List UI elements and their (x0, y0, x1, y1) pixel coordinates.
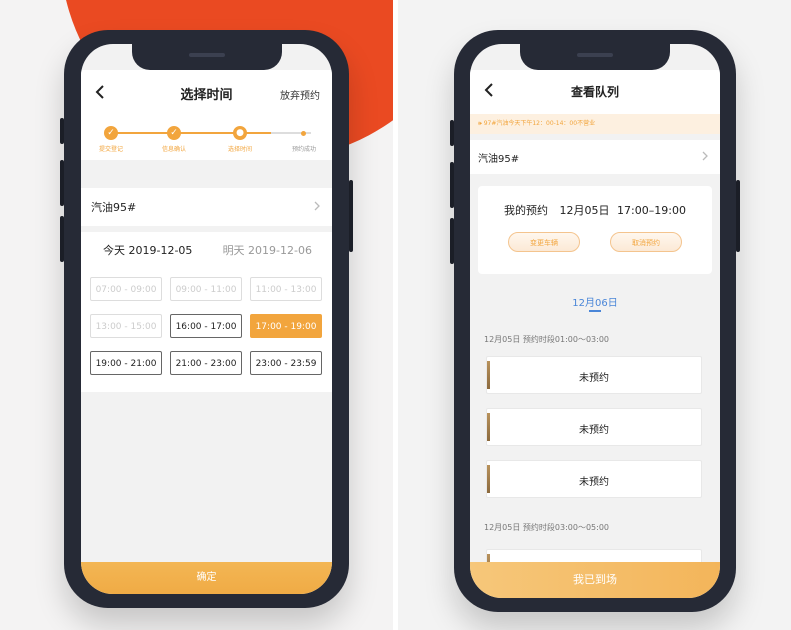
time-slot-grid: 07:00 - 09:00 09:00 - 11:00 11:00 - 13:0… (81, 268, 332, 392)
reservation-card: 我的预约 12月05日 17:00–19:00 变更车辆 取消预约 (478, 186, 712, 274)
time-slot: 09:00 - 11:00 (170, 277, 242, 301)
notch (520, 44, 670, 70)
screen-right: 查看队列 🕪 97#汽油今天下午12：00-14：00不营业 汽油95# 我的预… (470, 44, 720, 598)
chevron-right-icon (702, 151, 708, 161)
step-1-check-icon: ✓ (104, 126, 118, 140)
fuel-label: 汽油95# (91, 201, 137, 214)
reservation-time: 17:00–19:00 (617, 204, 686, 217)
notice-bar: 🕪 97#汽油今天下午12：00-14：00不营业 (470, 114, 720, 134)
time-slot[interactable]: 16:00 - 17:00 (170, 314, 242, 338)
step-label-4: 预约成功 (291, 146, 316, 153)
time-slot: 07:00 - 09:00 (90, 277, 162, 301)
volume-down-button (450, 218, 454, 264)
progress-line-done (111, 132, 271, 134)
volume-up-button (450, 162, 454, 208)
volume-up-button (60, 160, 64, 206)
time-slot[interactable]: 19:00 - 21:00 (90, 351, 162, 375)
confirm-button[interactable]: 确定 (81, 562, 332, 594)
cancel-reservation-button[interactable]: 取消预约 (610, 232, 682, 252)
fuel-selector[interactable]: 汽油95# (81, 188, 332, 226)
time-slot: 13:00 - 15:00 (90, 314, 162, 338)
time-slot-selected[interactable]: 17:00 - 19:00 (250, 314, 322, 338)
slot-item-status: 未预约 (579, 373, 609, 384)
right-panel: 查看队列 🕪 97#汽油今天下午12：00-14：00不营业 汽油95# 我的预… (398, 0, 791, 630)
reservation-label: 我的预约 (504, 204, 549, 217)
reservation-info: 我的预约 12月05日 17:00–19:00 (478, 202, 712, 218)
left-panel: 选择时间 放弃预约 ✓ ✓ ● 提交登记 信息确认 选择时间 预约成功 汽油95… (0, 0, 393, 630)
period-label: 12月05日 预约时段03:00～05:00 (484, 523, 610, 532)
time-slot[interactable]: 23:00 - 23:59 (250, 351, 322, 375)
mute-switch (60, 118, 64, 144)
progress-steps: ✓ ✓ ● 提交登记 信息确认 选择时间 预约成功 (81, 118, 332, 160)
volume-down-button (60, 216, 64, 262)
period-label: 12月05日 预约时段01:00～03:00 (484, 335, 610, 344)
phone-frame-left: 选择时间 放弃预约 ✓ ✓ ● 提交登记 信息确认 选择时间 预约成功 汽油95… (60, 30, 353, 608)
tab-today[interactable]: 今天 2019-12-05 (103, 242, 192, 258)
step-2-check-icon: ✓ (167, 126, 181, 140)
page-title: 查看队列 (570, 85, 619, 99)
slot-item-status: 未预约 (579, 425, 609, 436)
screen-left: 选择时间 放弃预约 ✓ ✓ ● 提交登记 信息确认 选择时间 预约成功 汽油95… (81, 44, 332, 594)
day-tabs: 今天 2019-12-05 明天 2019-12-06 (81, 232, 332, 268)
slot-item[interactable]: 未预约 (486, 460, 702, 498)
step-3-current-icon: ● (233, 126, 247, 140)
time-slot: 11:00 - 13:00 (250, 277, 322, 301)
step-label-2: 信息确认 (161, 146, 186, 153)
header: 查看队列 (470, 70, 720, 114)
reservation-date: 12月05日 (559, 204, 610, 217)
mute-switch (450, 120, 454, 146)
notch (131, 44, 282, 70)
fuel-selector[interactable]: 汽油95# (470, 140, 720, 174)
slot-item-status: 未预约 (579, 477, 609, 488)
slot-item[interactable]: 未预约 (486, 408, 702, 446)
tab-tomorrow[interactable]: 明天 2019-12-06 (223, 242, 312, 258)
fuel-label: 汽油95# (478, 154, 520, 165)
date-tab-underline (589, 310, 601, 312)
slot-item[interactable]: 未预约 (486, 356, 702, 394)
phone-frame-right: 查看队列 🕪 97#汽油今天下午12：00-14：00不营业 汽油95# 我的预… (450, 30, 740, 612)
speaker-icon: 🕪 (478, 120, 482, 127)
date-tab-active[interactable]: 12月06日 (470, 294, 720, 309)
chevron-right-icon (314, 201, 320, 211)
step-4-dot-icon (301, 131, 306, 136)
arrived-button[interactable]: 我已到场 (470, 562, 720, 598)
speaker (188, 53, 225, 57)
abandon-reservation-link[interactable]: 放弃预约 (280, 87, 320, 102)
time-slot[interactable]: 21:00 - 23:00 (170, 351, 242, 375)
notice-text: 97#汽油今天下午12：00-14：00不营业 (483, 120, 596, 127)
change-vehicle-button[interactable]: 变更车辆 (508, 232, 580, 252)
step-label-3: 选择时间 (227, 146, 252, 153)
header: 选择时间 放弃预约 (81, 70, 332, 118)
power-button (736, 180, 740, 252)
step-label-1: 提交登记 (98, 146, 123, 153)
speaker (577, 53, 613, 57)
power-button (349, 180, 353, 252)
